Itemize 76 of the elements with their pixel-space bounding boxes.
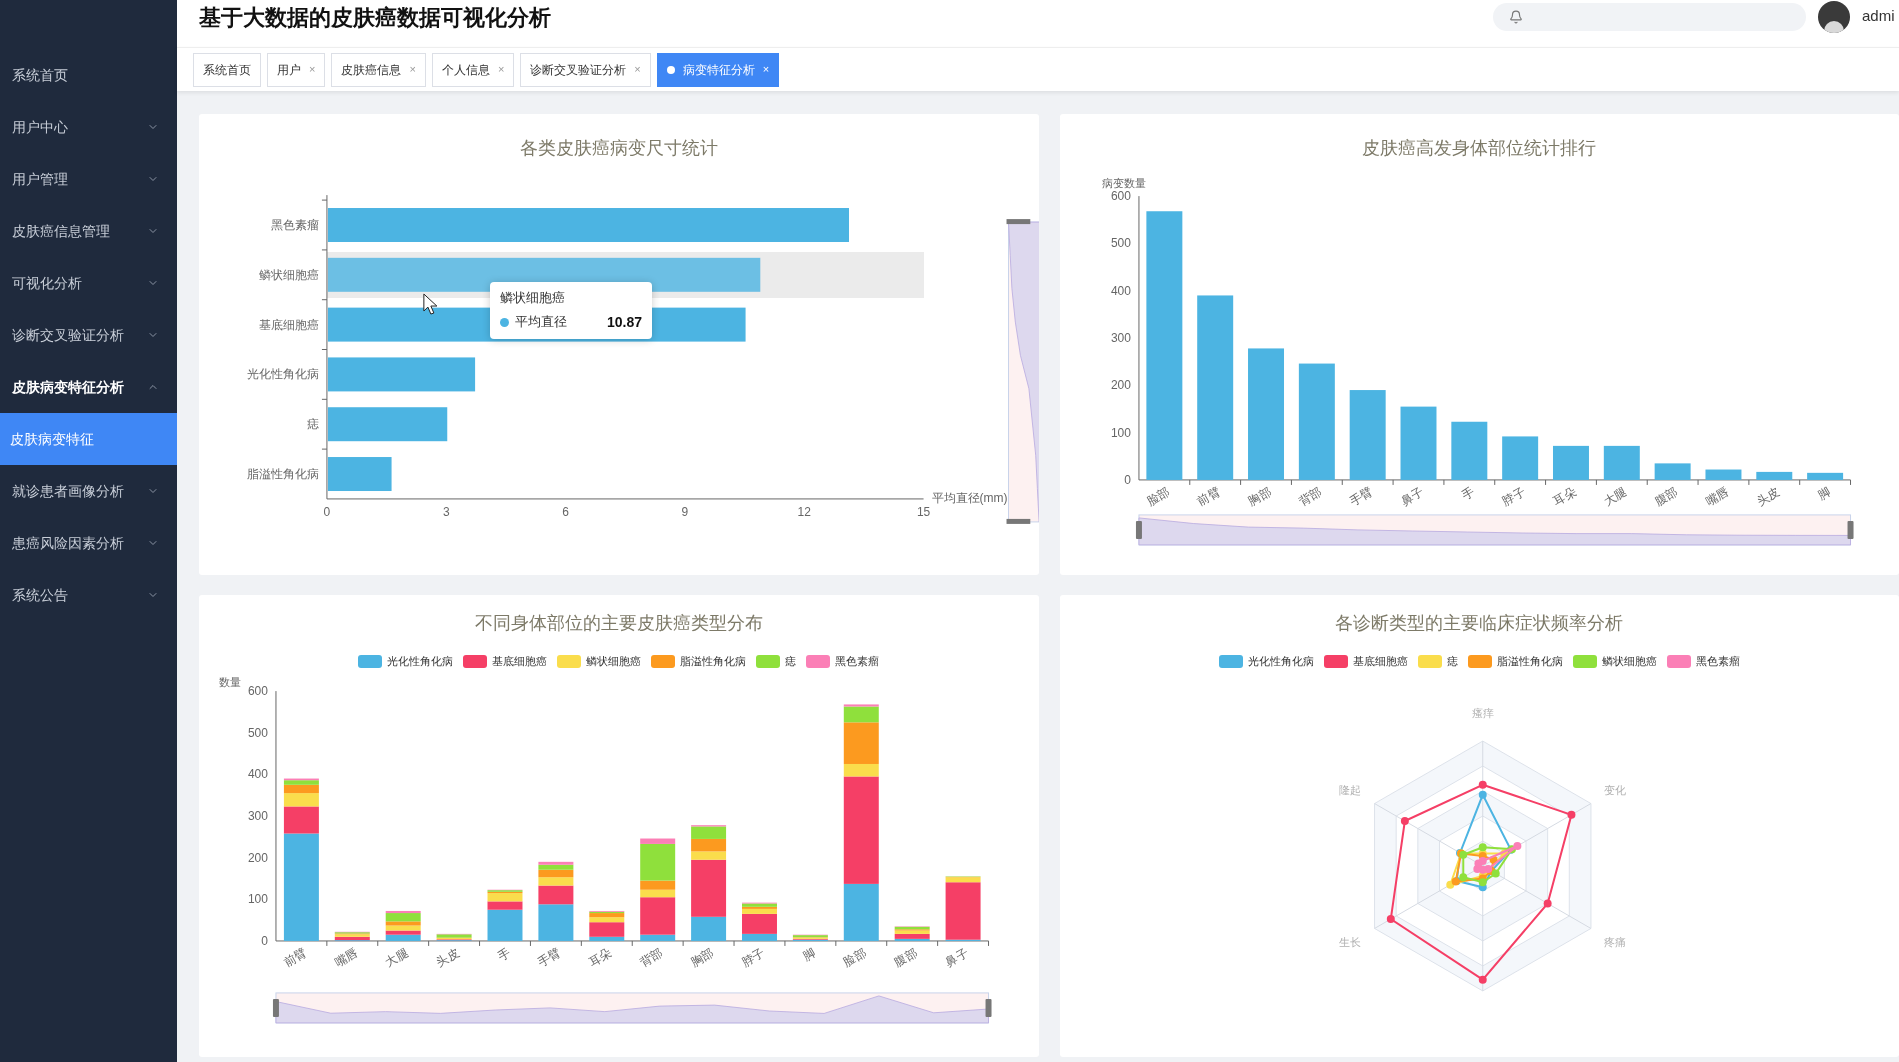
axis-label: 脖子 [739, 945, 767, 970]
tick-label: 300 [247, 809, 268, 824]
axis-label: 耳朵 [1550, 484, 1578, 509]
axis-label: 痣 [306, 417, 319, 432]
axis-label: 前臂 [1194, 484, 1223, 509]
axis-title: 平均直径(mm) [931, 490, 1008, 505]
tooltip-title: 鳞状细胞癌 [500, 289, 566, 307]
tick-label: 6 [562, 504, 569, 519]
axis-label: 大腿 [382, 945, 411, 970]
tick-label: 9 [681, 504, 689, 519]
tick-label: 300 [1110, 331, 1131, 345]
axis-label: 鼻子 [942, 945, 971, 970]
tick-label: 600 [247, 684, 268, 699]
axis-label: 脚 [1814, 484, 1833, 503]
axis-label: 脖子 [1499, 484, 1528, 509]
axis-label: 背部 [1296, 484, 1324, 509]
axis-label: 背部 [637, 945, 666, 970]
axis-label: 头皮 [1753, 484, 1782, 509]
axis-label: 腹部 [1651, 484, 1680, 509]
axis-label: 光化性角化病 [246, 367, 319, 382]
axis-label: 基底细胞癌 [258, 317, 319, 332]
tick-label: 200 [1110, 378, 1131, 393]
axis-label: 脸部 [1143, 484, 1172, 509]
axis-label: 手 [495, 945, 513, 964]
tab-label: 诊断交叉验证分析 [530, 61, 627, 79]
chart-title: 各类皮肤癌病变尺寸统计 [519, 137, 718, 160]
axis-label: 大腿 [1601, 484, 1629, 509]
axis-label: 鼻子 [1397, 484, 1426, 509]
axis-label: 鳞状细胞癌 [258, 267, 319, 282]
tick-label: 400 [1110, 283, 1131, 298]
tick-label: 0 [1123, 472, 1131, 487]
axis-label: 胸部 [1245, 484, 1273, 509]
axis-label: 瘙痒 [1471, 707, 1494, 720]
tick-label: 500 [247, 725, 268, 740]
axis-label: 隆起 [1338, 783, 1361, 796]
tab-label: 病变特征分析 [682, 61, 755, 79]
tooltip-series: 平均直径 [515, 313, 567, 332]
chart-title: 不同身体部位的主要皮肤癌类型分布 [474, 612, 763, 635]
axis-label: 头皮 [433, 945, 462, 970]
tooltip-value: 10.87 [606, 312, 642, 332]
page-title: 基于大数据的皮肤癌数据可视化分析 [199, 4, 551, 32]
axis-label: 手臂 [535, 945, 564, 970]
axis-title: 病变数量 [1101, 177, 1146, 190]
axis-label: 疼痛 [1603, 936, 1626, 949]
axis-label: 脂溢性角化病 [246, 467, 319, 481]
axis-label: 手臂 [1346, 484, 1375, 509]
axis-label: 脸部 [841, 945, 869, 970]
axis-label: 胸部 [688, 945, 717, 970]
chart-title: 各诊断类型的主要临床症状频率分析 [1335, 612, 1624, 635]
tick-label: 3 [442, 504, 450, 519]
axis-label: 黑色素瘤 [270, 218, 319, 232]
tick-label: 15 [916, 504, 931, 519]
tab-label: 用户 [277, 61, 301, 79]
tick-label: 200 [247, 850, 268, 865]
tick-label: 12 [797, 504, 811, 519]
chart-title: 皮肤癌高发身体部位统计排行 [1362, 137, 1597, 160]
axis-label: 腹部 [891, 945, 920, 970]
tick-label: 0 [261, 933, 268, 948]
axis-label: 手 [1458, 484, 1477, 503]
tab-label: 皮肤癌信息 [341, 61, 402, 79]
tab-label: 系统首页 [203, 61, 251, 79]
axis-label: 嘴唇 [332, 945, 360, 970]
axis-label: 前臂 [281, 945, 309, 970]
axis-label: 耳朵 [586, 945, 615, 970]
axis-label: 脚 [800, 945, 818, 964]
tick-label: 500 [1110, 236, 1131, 251]
tick-label: 0 [323, 504, 331, 519]
axis-label: 变化 [1603, 783, 1626, 796]
tick-label: 100 [1110, 425, 1131, 440]
tab-label: 个人信息 [441, 61, 490, 79]
axis-label: 生长 [1338, 936, 1361, 949]
tick-label: 400 [247, 767, 268, 782]
axis-title: 数量 [219, 676, 241, 689]
axis-label: 嘴唇 [1702, 484, 1731, 509]
tick-label: 100 [247, 892, 268, 907]
tick-label: 600 [1110, 189, 1131, 204]
